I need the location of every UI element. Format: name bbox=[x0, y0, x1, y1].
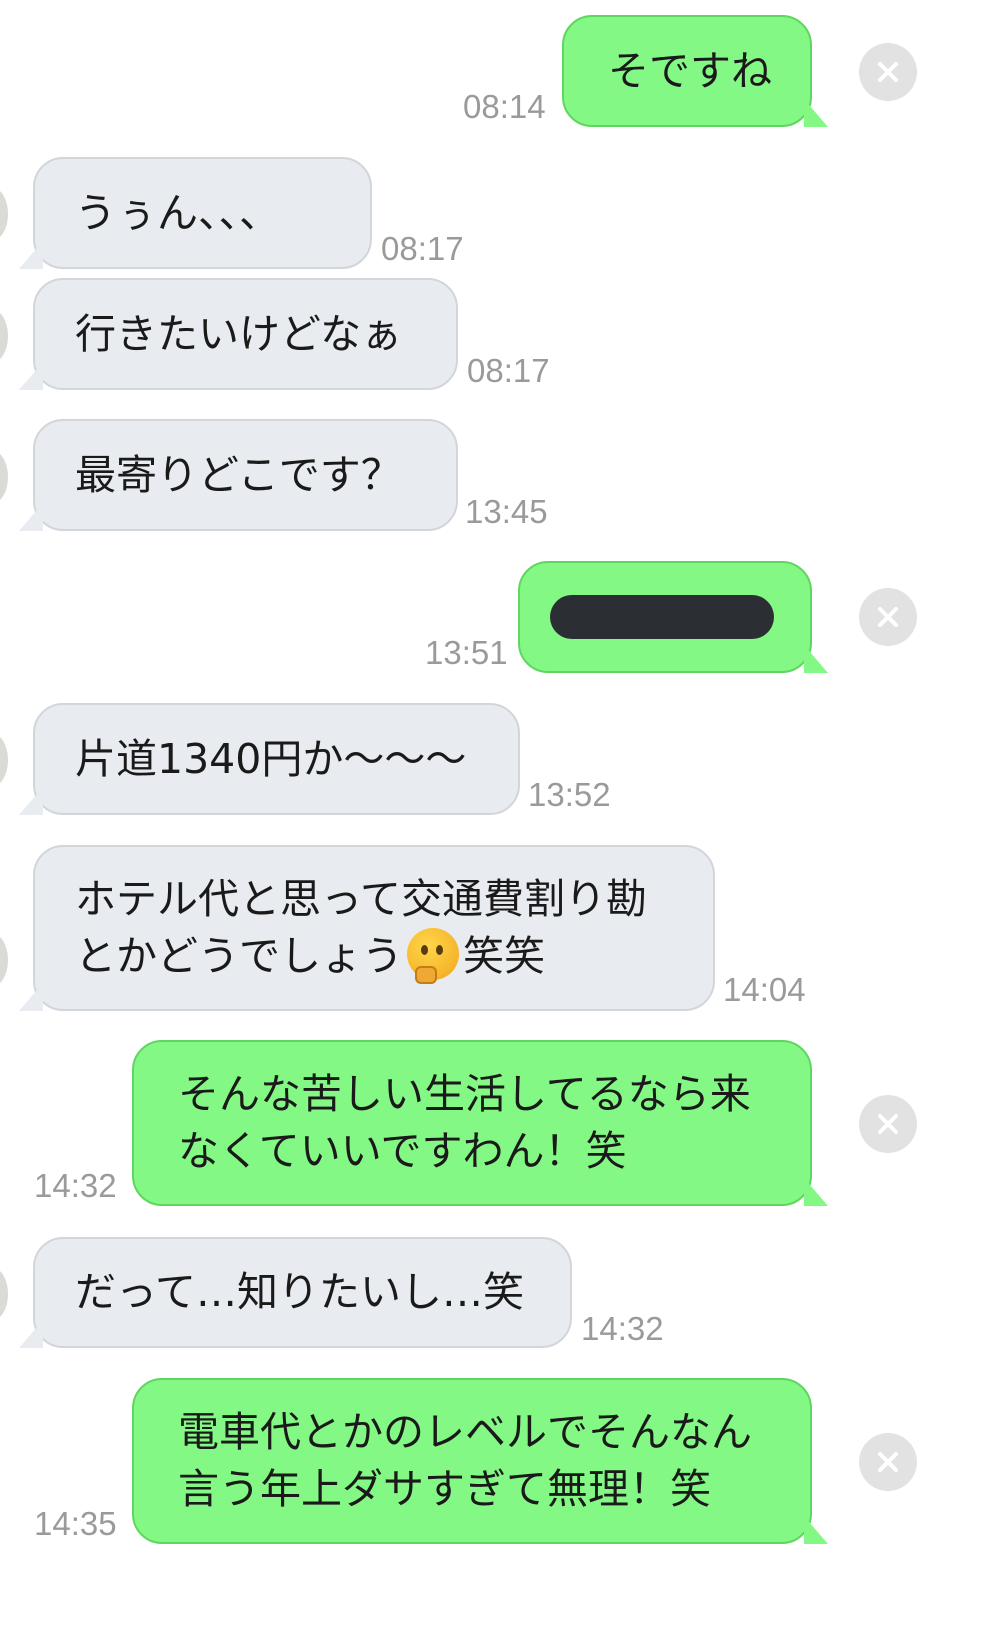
message-text-line: 言う年上ダサすぎて無理！笑 bbox=[178, 1465, 711, 1513]
message-bubble-outgoing[interactable] bbox=[518, 561, 828, 673]
avatar[interactable] bbox=[0, 934, 8, 986]
message-text: 行きたいけどなぁ bbox=[75, 309, 403, 358]
message-timestamp: 13:51 bbox=[425, 634, 508, 671]
avatar[interactable] bbox=[0, 451, 8, 503]
message-text: だって…知りたいし…笑 bbox=[75, 1268, 524, 1316]
message-text: とかどうでしょう bbox=[75, 932, 403, 980]
avatar[interactable] bbox=[0, 188, 8, 240]
message-timestamp: 14:35 bbox=[34, 1505, 117, 1542]
message-text: 最寄りどこです？ bbox=[75, 450, 402, 499]
message-bubble-outgoing[interactable]: そんな苦しい生活してるなら来 なくていいですわん！笑 bbox=[132, 1040, 828, 1206]
redacted-text bbox=[550, 595, 774, 639]
message-text-line: なくていいですわん！笑 bbox=[178, 1127, 627, 1175]
avatar[interactable] bbox=[0, 310, 8, 362]
close-icon[interactable] bbox=[859, 43, 917, 101]
avatar[interactable] bbox=[0, 734, 8, 786]
message-text: そですね bbox=[608, 46, 772, 95]
avatar[interactable] bbox=[0, 1268, 8, 1320]
message-text-line: とかどうでしょう 笑笑 bbox=[75, 928, 713, 985]
message-bubble-incoming[interactable]: 行きたいけどなぁ bbox=[19, 278, 458, 390]
message-bubble-outgoing[interactable]: 電車代とかのレベルでそんなん 言う年上ダサすぎて無理！笑 bbox=[132, 1378, 828, 1544]
close-icon[interactable] bbox=[859, 1433, 917, 1491]
message-text-line: 電車代とかのレベルでそんなん bbox=[178, 1408, 752, 1456]
message-timestamp: 08:17 bbox=[381, 230, 464, 267]
message-timestamp: 14:32 bbox=[581, 1310, 664, 1347]
message-timestamp: 08:14 bbox=[463, 88, 546, 125]
message-bubble-incoming[interactable]: 片道1340円か〜〜〜 bbox=[19, 703, 520, 815]
close-icon[interactable] bbox=[859, 588, 917, 646]
thinking-face-icon bbox=[407, 928, 459, 984]
message-bubble-incoming[interactable]: 最寄りどこです？ bbox=[19, 419, 458, 531]
message-timestamp: 14:04 bbox=[723, 971, 806, 1008]
message-timestamp: 13:52 bbox=[528, 776, 611, 813]
message-text: 片道1340円か〜〜〜 bbox=[75, 734, 467, 783]
message-bubble-incoming[interactable]: ホテル代と思って交通費割り勘 とかどうでしょう 笑笑 bbox=[19, 845, 715, 1011]
message-text: うぅん、、、 bbox=[75, 188, 280, 237]
close-icon[interactable] bbox=[859, 1095, 917, 1153]
message-text-line: そんな苦しい生活してるなら来 bbox=[178, 1070, 751, 1118]
message-bubble-incoming[interactable]: うぅん、、、 bbox=[19, 157, 372, 269]
message-bubble-outgoing[interactable]: そですね bbox=[562, 15, 828, 127]
message-bubble-incoming[interactable]: だって…知りたいし…笑 bbox=[19, 1237, 572, 1348]
message-timestamp: 13:45 bbox=[465, 493, 548, 530]
message-text: 笑笑 bbox=[463, 932, 545, 980]
message-timestamp: 14:32 bbox=[34, 1167, 117, 1204]
message-text-line: ホテル代と思って交通費割り勘 bbox=[75, 875, 647, 923]
message-timestamp: 08:17 bbox=[467, 352, 550, 389]
